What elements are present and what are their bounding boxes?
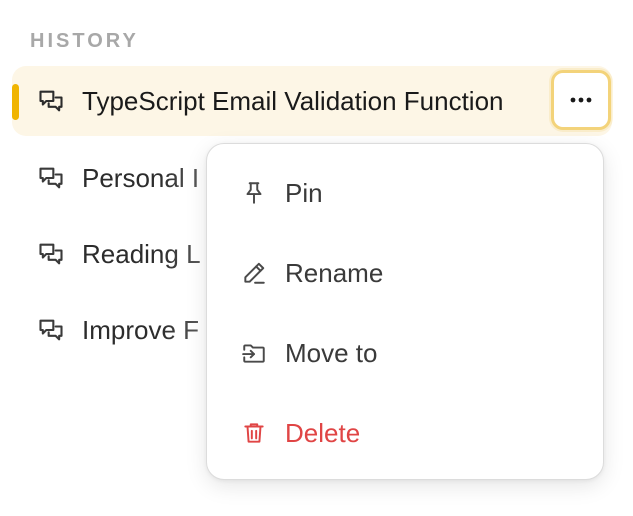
chat-icon: [36, 86, 66, 116]
menu-item-label: Delete: [285, 417, 361, 448]
history-item-label: Reading L: [82, 238, 201, 269]
history-item-label: TypeScript Email Validation Function: [82, 85, 504, 116]
menu-item-label: Pin: [285, 177, 323, 208]
trash-icon: [239, 418, 269, 448]
chat-icon: [36, 315, 66, 345]
pencil-icon: [239, 258, 269, 288]
history-item-label: Personal I: [82, 162, 200, 193]
menu-item-move-to[interactable]: Move to: [207, 318, 603, 388]
menu-item-label: Move to: [285, 337, 378, 368]
chat-icon: [36, 239, 66, 269]
menu-item-delete[interactable]: Delete: [207, 398, 603, 468]
move-to-icon: [239, 338, 269, 368]
chat-icon: [36, 163, 66, 193]
menu-item-rename[interactable]: Rename: [207, 238, 603, 308]
history-item-typescript-email-validation[interactable]: TypeScript Email Validation Function: [12, 66, 612, 136]
history-item-label: Improve F: [82, 314, 200, 345]
menu-item-label: Rename: [285, 257, 384, 288]
history-section-label: HISTORY: [30, 30, 139, 52]
active-indicator: [12, 84, 19, 120]
ellipsis-icon: [570, 97, 592, 103]
context-menu: Pin Rename Move to Delete: [206, 143, 604, 480]
menu-item-pin[interactable]: Pin: [207, 158, 603, 228]
more-options-button[interactable]: [551, 70, 611, 130]
pin-icon: [239, 178, 269, 208]
